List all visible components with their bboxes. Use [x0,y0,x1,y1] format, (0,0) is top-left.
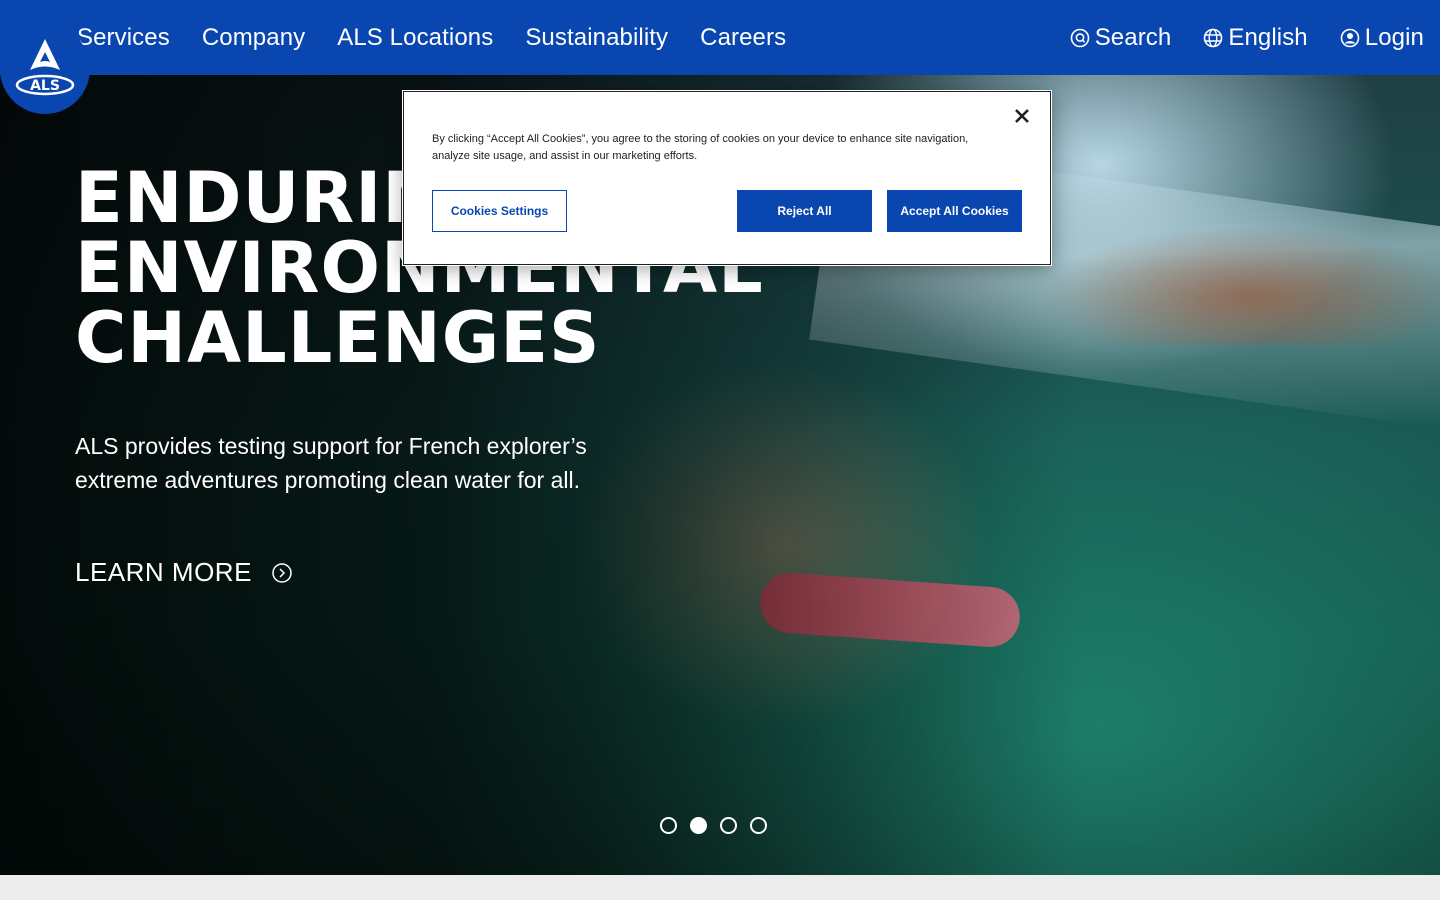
accept-all-cookies-button[interactable]: Accept All Cookies [887,190,1022,232]
nav-als-locations[interactable]: ALS Locations [337,24,493,52]
nav-careers[interactable]: Careers [700,24,786,52]
als-logo[interactable]: ALS [0,0,90,114]
carousel-dot-2[interactable] [690,817,707,834]
utility-nav: Search English Login [1070,0,1424,75]
page-bottom-band [0,875,1440,900]
language-label: English [1228,23,1308,51]
nav-sustainability[interactable]: Sustainability [525,24,668,52]
hero-subtitle: ALS provides testing support for French … [75,433,587,493]
learn-more-link[interactable]: LEARN MORE [75,557,292,588]
globe-icon [1204,28,1223,47]
cookies-settings-button[interactable]: Cookies Settings [432,190,567,232]
search-label: Search [1094,23,1172,51]
cookie-message: By clicking “Accept All Cookies”, you ag… [432,133,969,162]
close-icon[interactable] [1012,106,1032,126]
carousel-dot-1[interactable] [660,817,677,834]
search-icon [1070,28,1089,47]
top-navigation-bar: Services Company ALS Locations Sustainab… [0,0,1440,75]
carousel-pagination [660,817,767,834]
carousel-dot-3[interactable] [720,817,737,834]
language-selector[interactable]: English [1203,23,1308,52]
hero-title-line: CHALLENGES [75,297,601,379]
search-link[interactable]: Search [1070,24,1172,52]
als-logo-icon: ALS [0,24,90,114]
learn-more-label: LEARN MORE [75,557,252,587]
login-label: Login [1364,23,1424,51]
reject-all-button[interactable]: Reject All [737,190,872,232]
carousel-dot-4[interactable] [750,817,767,834]
svg-text:ALS: ALS [30,78,60,94]
main-nav: Services Company ALS Locations Sustainab… [77,0,786,75]
nav-company[interactable]: Company [202,24,305,52]
chevron-right-circle-icon [272,562,292,583]
cookie-consent-dialog: By clicking “Accept All Cookies”, you ag… [403,91,1051,265]
login-link[interactable]: Login [1340,24,1424,52]
nav-services[interactable]: Services [77,24,170,52]
user-icon [1340,28,1360,47]
